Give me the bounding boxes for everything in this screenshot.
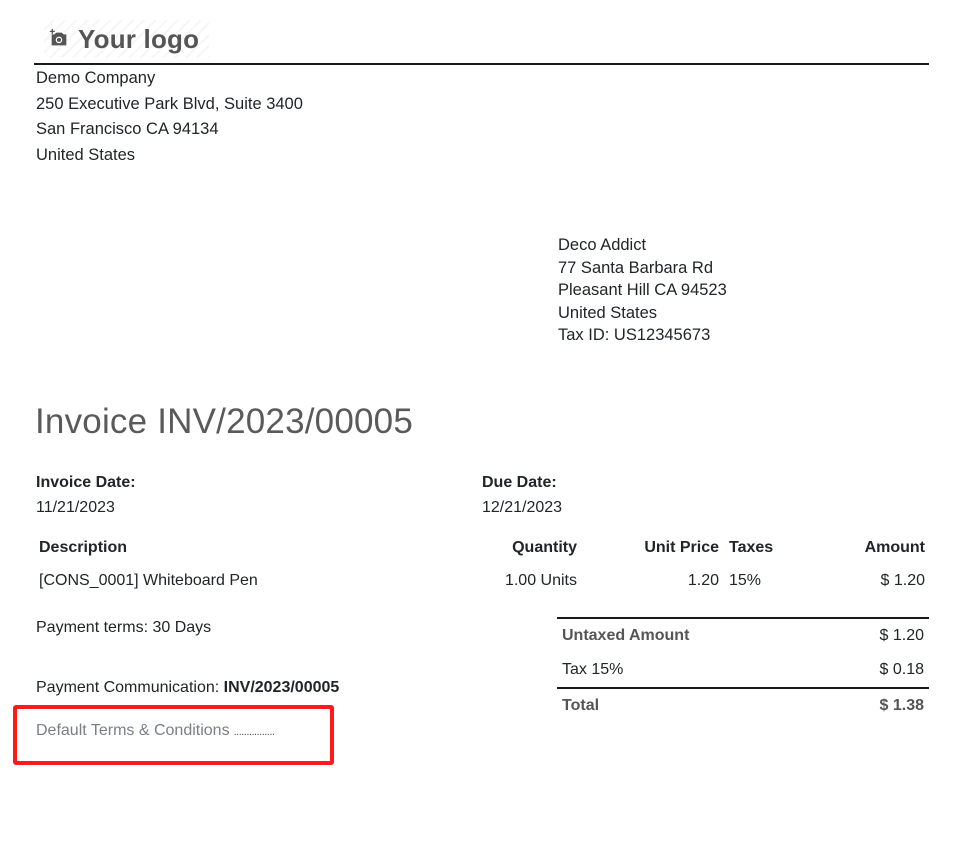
col-description: Description — [39, 539, 128, 556]
logo-text: Your logo — [78, 23, 200, 54]
camera-icon — [49, 28, 67, 46]
customer-tax-id: Tax ID: US12345673 — [558, 326, 711, 344]
due-date-label: Due Date: — [482, 474, 557, 491]
company-country: United States — [36, 145, 136, 164]
due-date-block: Due Date: 12/21/2023 — [482, 470, 562, 520]
col-amount: Amount — [864, 539, 925, 556]
col-unit-price: Unit Price — [644, 539, 719, 556]
line-unit-price: 1.20 — [687, 572, 719, 589]
payment-communication: Payment Communication: INV/2023/00005 — [36, 679, 339, 697]
total-label: Total — [557, 687, 824, 723]
invoice-date-block: Invoice Date: 11/21/2023 — [36, 470, 136, 520]
customer-name: Deco Addict — [558, 236, 647, 254]
total-row: Total $ 1.38 — [557, 687, 929, 723]
customer-country: United States — [558, 303, 658, 322]
company-name: Demo Company — [36, 69, 156, 87]
line-taxes: 15% — [729, 572, 762, 589]
payment-communication-label: Payment Communication: — [36, 679, 224, 696]
tax-value: $ 0.18 — [879, 661, 924, 678]
due-date-value: 12/21/2023 — [482, 499, 563, 516]
total-value: $ 1.38 — [823, 687, 929, 723]
payment-communication-ref: INV/2023/00005 — [223, 679, 340, 696]
payment-terms: Payment terms: 30 Days — [36, 619, 212, 636]
header-divider — [34, 63, 929, 65]
customer-city: Pleasant Hill CA 94523 — [558, 281, 727, 299]
terms-and-conditions[interactable]: Default Terms & Conditions..............… — [36, 722, 275, 740]
line-amount: $ 1.20 — [880, 572, 925, 589]
company-city: San Francisco CA 94134 — [36, 120, 219, 138]
col-taxes: Taxes — [729, 539, 774, 556]
tax-row: Tax 15% $ 0.18 — [557, 653, 929, 688]
line-description: [CONS_0001] Whiteboard Pen — [39, 572, 258, 589]
company-street: 250 Executive Park Blvd, Suite 3400 — [36, 94, 303, 113]
invoice-lines-table: Description Quantity Unit Price Taxes Am… — [34, 532, 930, 598]
table-row: [CONS_0001] Whiteboard Pen 1.00 Units 1.… — [34, 564, 930, 598]
invoice-title: Invoice INV/2023/00005 — [35, 402, 414, 441]
invoice-date-value: 11/21/2023 — [36, 499, 115, 516]
invoice-date-label: Invoice Date: — [36, 474, 136, 491]
totals-table: Untaxed Amount $ 1.20 Tax 15% $ 0.18 Tot… — [557, 617, 929, 723]
line-quantity: 1.00 Units — [504, 572, 577, 589]
untaxed-row: Untaxed Amount $ 1.20 — [557, 617, 929, 653]
terms-dots: ................ — [233, 726, 275, 738]
tax-label: Tax 15% — [562, 661, 624, 678]
company-logo[interactable]: Your logo — [44, 20, 210, 58]
table-header-row: Description Quantity Unit Price Taxes Am… — [34, 532, 930, 564]
untaxed-value: $ 1.20 — [823, 617, 929, 653]
customer-street: 77 Santa Barbara Rd — [558, 258, 714, 277]
untaxed-label: Untaxed Amount — [557, 617, 824, 653]
col-quantity: Quantity — [512, 539, 577, 556]
invoice-document: Your logo Demo Company 250 Executive Par… — [0, 0, 966, 849]
company-address: Demo Company 250 Executive Park Blvd, Su… — [36, 66, 303, 168]
terms-text: Default Terms & Conditions — [36, 722, 230, 739]
customer-address: Deco Addict 77 Santa Barbara Rd Pleasant… — [558, 234, 727, 347]
